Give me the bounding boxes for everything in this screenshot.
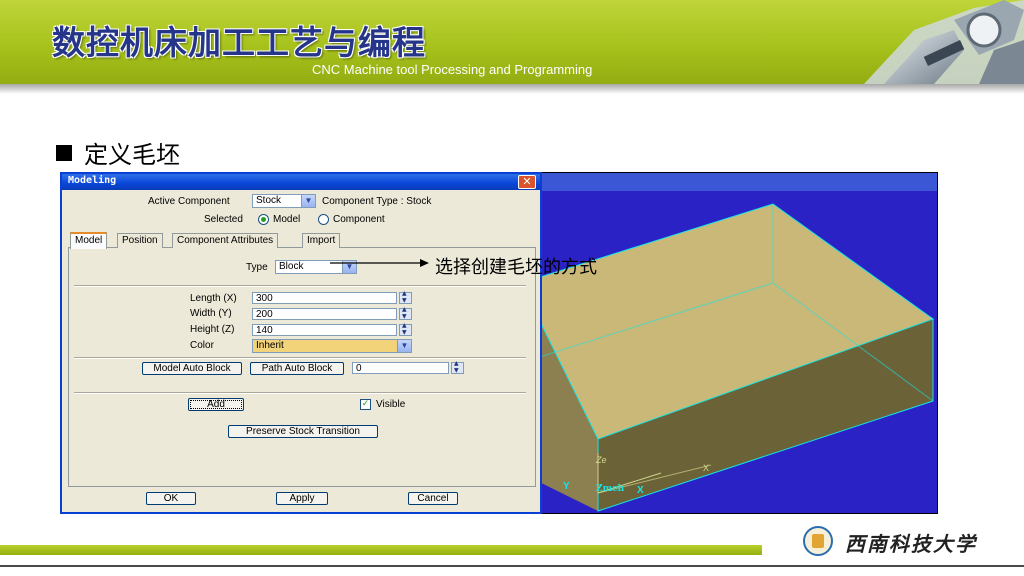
apply-button[interactable]: Apply bbox=[276, 492, 328, 505]
color-value: Inherit bbox=[256, 340, 284, 351]
color-select[interactable]: Inherit ▼ bbox=[252, 339, 412, 353]
height-spinner[interactable] bbox=[399, 322, 412, 336]
dialog-title: Modeling bbox=[68, 175, 117, 186]
width-field[interactable]: 200 bbox=[252, 308, 397, 320]
tab-model[interactable]: Model bbox=[70, 232, 108, 249]
preserve-stock-transition-button[interactable]: Preserve Stock Transition bbox=[228, 425, 378, 438]
height-label: Height (Z) bbox=[190, 324, 235, 335]
radio-component[interactable] bbox=[318, 214, 329, 225]
stock-3d-viewport[interactable]: Ze X Y Zmch X bbox=[540, 172, 938, 514]
bullet-square-icon bbox=[56, 144, 72, 161]
divider bbox=[74, 392, 526, 394]
model-auto-block-button[interactable]: Model Auto Block bbox=[142, 362, 242, 375]
axis-label-zmch: Zmch bbox=[596, 484, 625, 494]
annotation-text: 选择创建毛坯的方式 bbox=[435, 257, 597, 278]
bullet-item: 定义毛坯 bbox=[56, 135, 180, 170]
path-auto-block-button[interactable]: Path Auto Block bbox=[250, 362, 344, 375]
slide-subtitle: CNC Machine tool Processing and Programm… bbox=[312, 62, 593, 77]
annotation-arrow bbox=[330, 259, 429, 267]
tab-position[interactable]: Position bbox=[117, 233, 163, 248]
visible-checkbox[interactable]: ✓ bbox=[360, 399, 371, 410]
tab-component-attributes[interactable]: Component Attributes bbox=[172, 233, 279, 248]
visible-label: Visible bbox=[376, 399, 406, 410]
axis-label-x: X bbox=[637, 485, 644, 496]
cancel-button[interactable]: Cancel bbox=[408, 492, 458, 505]
radio-component-label: Component bbox=[333, 214, 385, 225]
ok-button[interactable]: OK bbox=[146, 492, 196, 505]
logo-emblem bbox=[812, 534, 824, 548]
length-field[interactable]: 300 bbox=[252, 292, 397, 304]
axis-label-ze: Ze bbox=[596, 455, 607, 465]
type-value: Block bbox=[279, 261, 304, 272]
component-type-text: Component Type : Stock bbox=[322, 196, 432, 207]
divider bbox=[74, 357, 526, 359]
slide-title: 数控机床加工工艺与编程 bbox=[52, 23, 426, 62]
chevron-down-icon[interactable]: ▼ bbox=[301, 195, 315, 207]
bullet-text: 定义毛坯 bbox=[84, 141, 180, 169]
modeling-dialog: Modeling ✕ Active Component Stock ▼ Comp… bbox=[60, 172, 542, 514]
active-component-select[interactable]: Stock ▼ bbox=[252, 194, 316, 208]
divider bbox=[74, 285, 526, 287]
width-label: Width (Y) bbox=[190, 308, 232, 319]
radio-model-label: Model bbox=[273, 214, 301, 225]
footer-line bbox=[0, 565, 1024, 567]
length-label: Length (X) bbox=[190, 293, 237, 304]
radio-model[interactable] bbox=[258, 214, 269, 225]
chevron-down-icon[interactable]: ▼ bbox=[397, 340, 411, 352]
active-component-label: Active Component bbox=[148, 196, 230, 207]
color-label: Color bbox=[190, 340, 214, 351]
axis-label-y: Y bbox=[563, 481, 570, 492]
selected-label: Selected bbox=[204, 214, 243, 225]
dialog-title-bar[interactable]: Modeling ✕ bbox=[62, 174, 540, 190]
footer-bar bbox=[0, 545, 762, 555]
add-button[interactable]: Add bbox=[188, 398, 244, 411]
tab-import[interactable]: Import bbox=[302, 233, 341, 248]
close-icon[interactable]: ✕ bbox=[518, 175, 536, 189]
axis-label-x-top: X bbox=[703, 463, 710, 473]
university-name: 西南科技大学 bbox=[845, 532, 977, 556]
type-label: Type bbox=[246, 262, 268, 273]
active-component-value: Stock bbox=[256, 195, 282, 206]
header-shadow bbox=[0, 84, 1024, 94]
length-spinner[interactable] bbox=[399, 290, 412, 304]
university-logo-icon bbox=[803, 526, 833, 556]
width-spinner[interactable] bbox=[399, 306, 412, 320]
machine-tool-image bbox=[864, 0, 1024, 84]
auto-block-offset-field[interactable]: 0 bbox=[352, 362, 449, 374]
height-field[interactable]: 140 bbox=[252, 324, 397, 336]
auto-block-spinner[interactable] bbox=[451, 360, 464, 374]
